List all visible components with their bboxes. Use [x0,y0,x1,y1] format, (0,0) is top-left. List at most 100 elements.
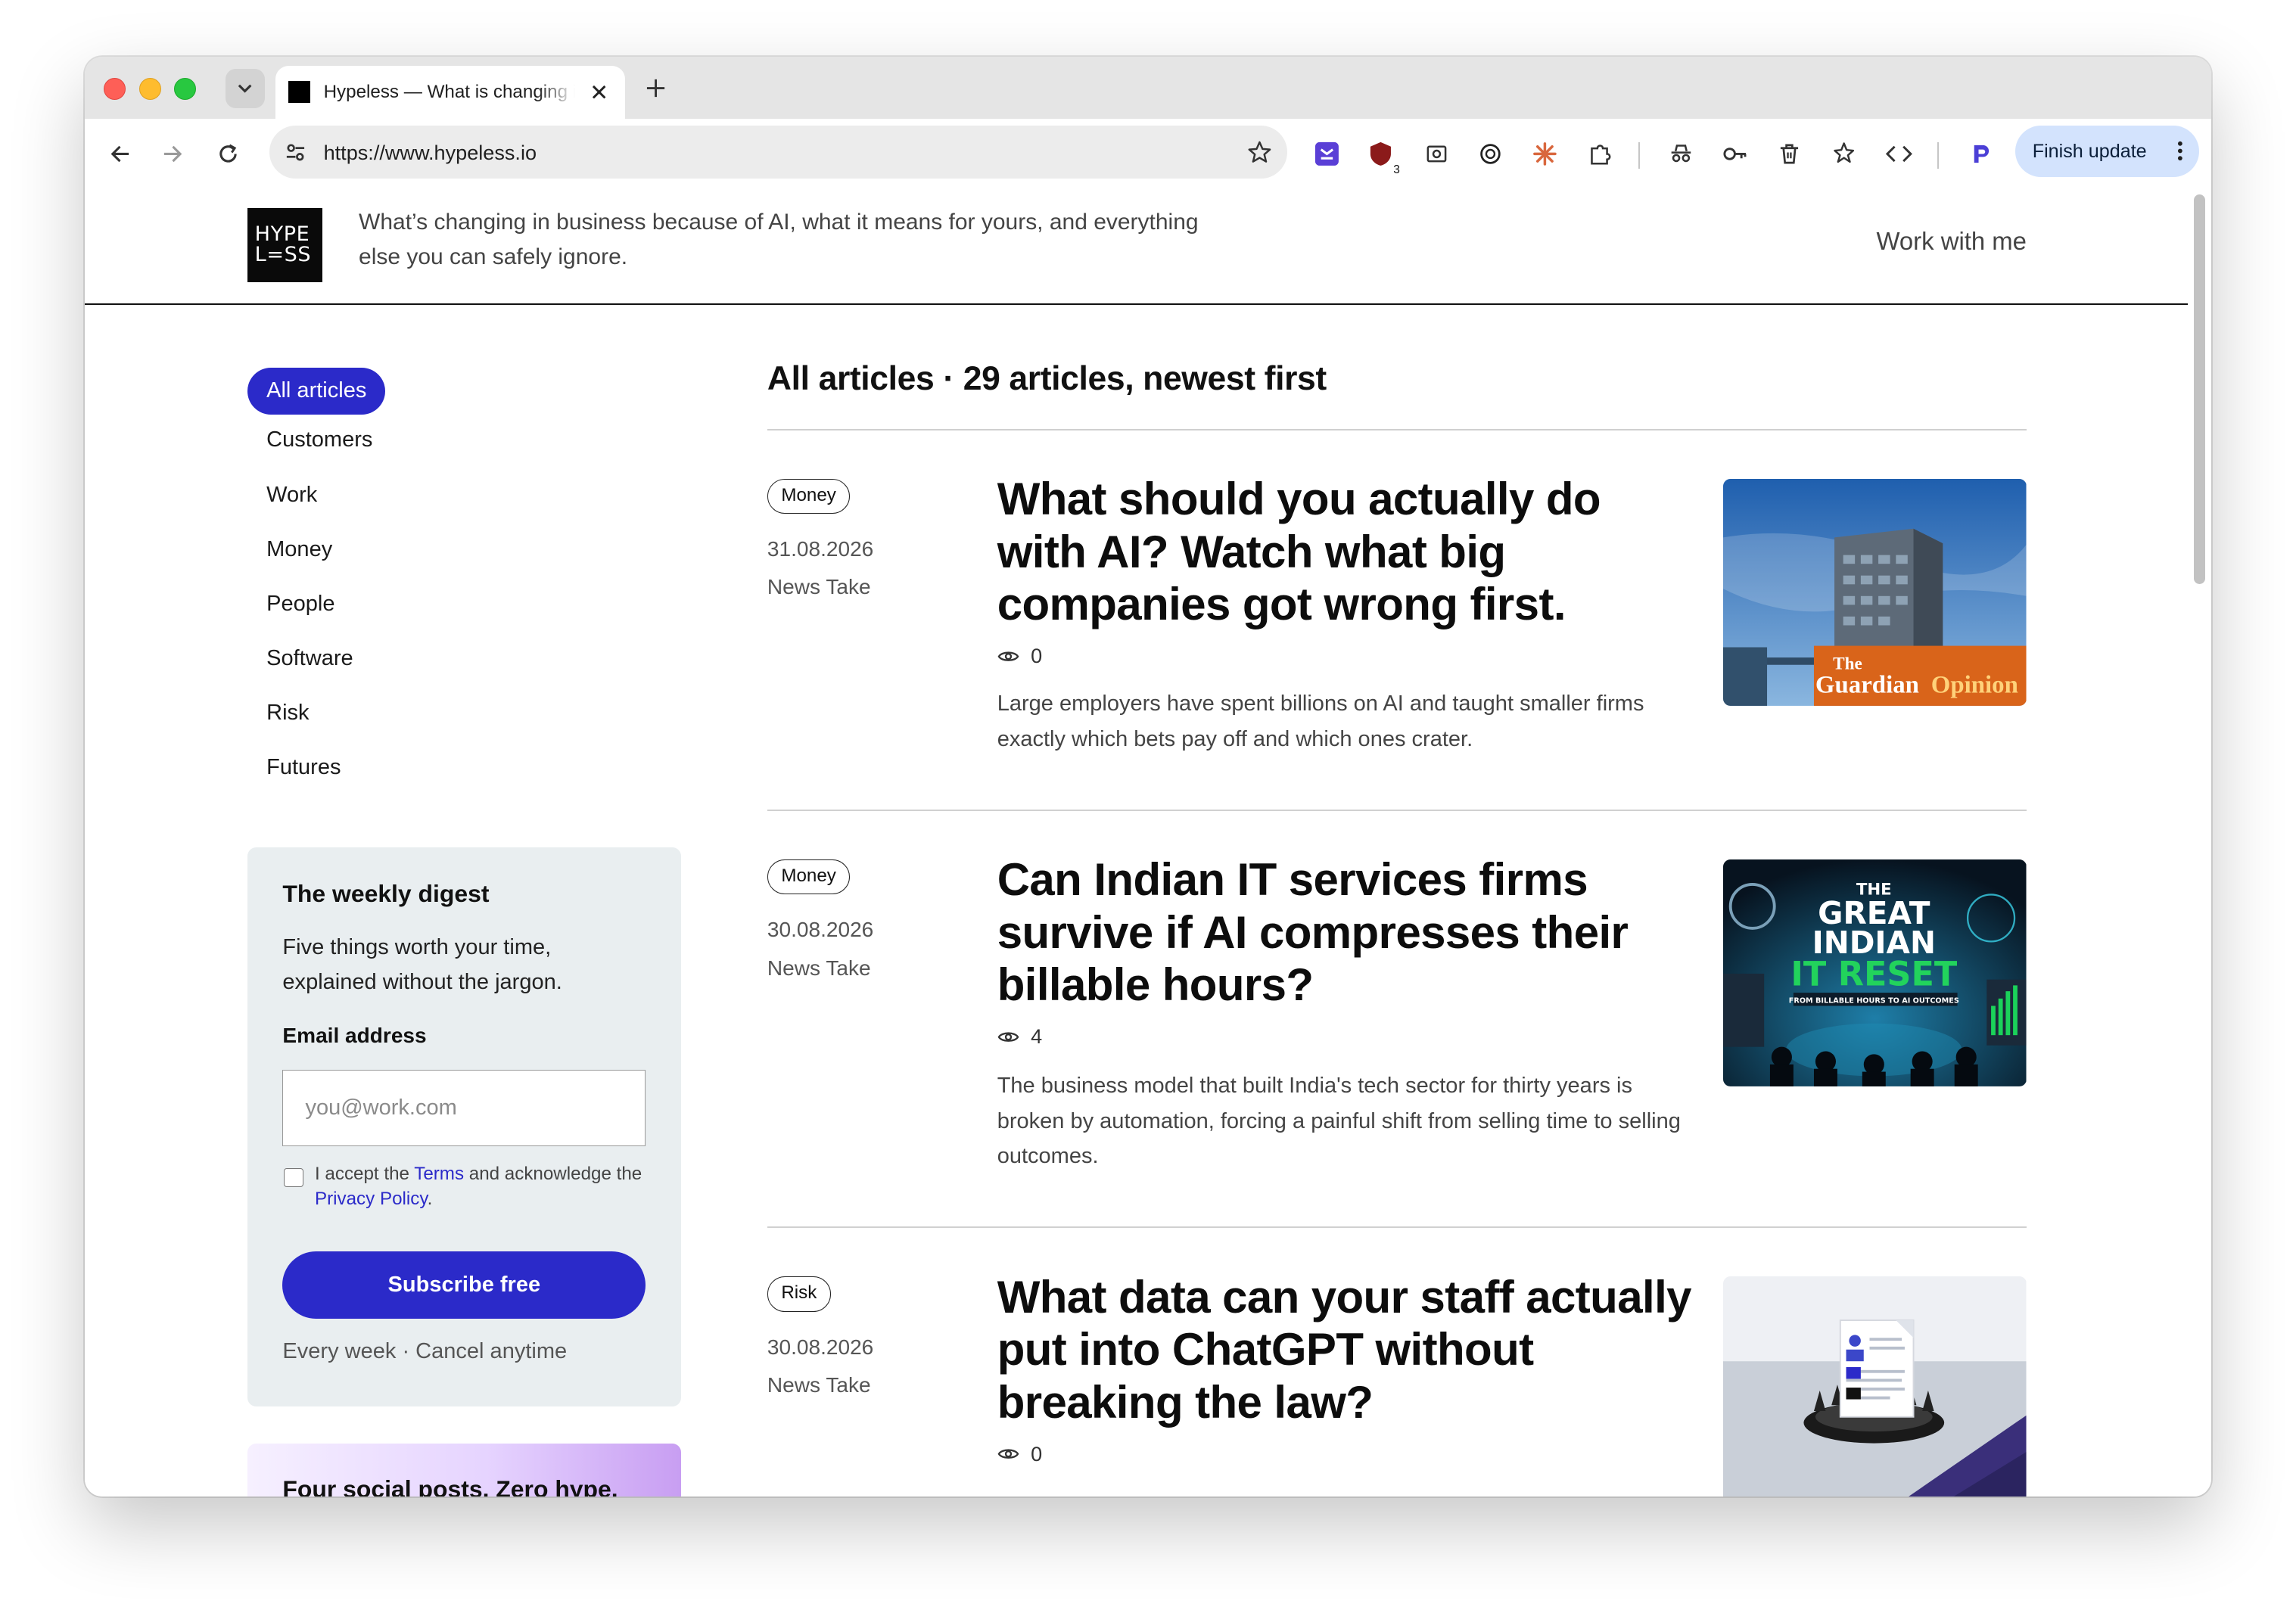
category-people[interactable]: People [247,581,392,628]
consent-text-part: . [427,1189,433,1210]
consent-text-part: I accept the [314,1164,415,1185]
openai-icon [1480,143,1501,164]
article-views: 0 [997,644,1043,668]
browser-tab[interactable]: Hypeless — What is changing in business [275,66,626,119]
article-summary: Large employers have spent billions on A… [997,692,1644,751]
devtools-button[interactable] [1883,138,1915,170]
article-category-tag[interactable]: Money [767,478,851,514]
browser-toolbar: https://www.hypeless.io 3 Finish update [85,118,2211,190]
page-scrollbar[interactable] [2193,194,2206,585]
back-button[interactable] [102,136,137,171]
category-work[interactable]: Work [247,472,392,519]
divider [767,1226,2027,1229]
list-heading: All articles · 29 articles, newest first [767,359,1327,397]
trash-button[interactable] [1773,138,1806,170]
eye-icon [997,1032,1019,1042]
reload-icon [219,144,238,163]
digest-title: The weekly digest [282,879,490,907]
terms-link[interactable]: Terms [414,1164,464,1184]
passwords-button[interactable] [1719,138,1752,170]
tab-close-button[interactable] [587,80,611,104]
category-nav: All articles Customers Work Money People… [247,367,392,800]
divider [767,810,2027,811]
more-vertical-icon [2178,141,2183,160]
article-date: 30.08.2026 [767,918,874,942]
article-title[interactable]: Can Indian IT services firms survive if … [997,853,1697,1012]
work-with-me-link[interactable]: Work with me [1876,227,2027,256]
incognito-icon [1671,144,1691,162]
category-all-articles[interactable]: All articles [247,367,386,415]
site-settings-button[interactable] [281,138,310,167]
category-money[interactable]: Money [247,527,392,573]
article-thumbnail[interactable]: The Guardian Opinion [1723,478,2027,706]
extensions-menu-button[interactable] [1585,138,1617,170]
finish-update-button[interactable]: Finish update [2014,126,2200,178]
article-type: News Take [767,1372,871,1397]
email-label: Email address [282,1023,427,1047]
privacy-policy-link[interactable]: Privacy Policy [315,1189,428,1209]
new-tab-button[interactable] [642,73,671,103]
view-count: 4 [1031,1024,1043,1049]
url-text[interactable]: https://www.hypeless.io [324,141,537,165]
logo-line-2: L=SS [254,243,312,267]
minimize-window-button[interactable] [138,77,161,100]
article-date: 31.08.2026 [767,537,874,561]
reload-button[interactable] [211,136,246,171]
toolbar-separator [1937,141,1939,169]
plus-icon [647,79,665,97]
address-bar[interactable]: https://www.hypeless.io [269,126,1287,179]
close-icon [592,85,606,99]
extension-screenshot-button[interactable] [1420,138,1453,170]
tab-title: Hypeless — What is changing in business [323,81,576,102]
trash-icon [1780,144,1799,164]
subscribe-button[interactable]: Subscribe free [282,1251,646,1319]
article-date: 30.08.2026 [767,1335,874,1359]
site-tagline: What’s changing in business because of A… [359,209,1199,270]
extension-purple-button[interactable] [1311,138,1343,170]
zoom-window-button[interactable] [174,77,197,100]
article-thumbnail[interactable]: THE GREAT INDIAN IT RESET FROM BILLABLE … [1723,859,2027,1086]
category-software[interactable]: Software [247,636,392,682]
indian-it-reset-image: THE GREAT INDIAN IT RESET FROM BILLABLE … [1723,859,2027,1086]
code-icon [1886,145,1913,162]
eye-icon [997,651,1019,661]
article-type: News Take [767,956,871,980]
thumb-text: IT RESET [1791,955,1958,993]
email-field[interactable] [282,1070,646,1147]
profile-icon [1974,145,1989,163]
article-category-tag[interactable]: Money [767,859,851,895]
tab-search-button[interactable] [225,68,266,109]
social-posts-promo-card[interactable]: Four social posts. Zero hype. [247,1443,681,1497]
extension-shield-button[interactable]: 3 [1364,138,1403,178]
view-count: 0 [1031,1441,1043,1465]
forward-button[interactable] [155,136,190,171]
extension-openai-button[interactable] [1475,138,1507,170]
close-window-button[interactable] [104,77,126,100]
svg-text:Guardian: Guardian [1815,671,1919,698]
consent-checkbox[interactable] [284,1168,303,1188]
thumb-text: FROM BILLABLE HOURS TO AI OUTCOMES [1789,996,1959,1005]
incognito-button[interactable] [1665,138,1697,170]
view-count: 0 [1031,644,1043,668]
guardian-building-image: The Guardian Opinion [1723,478,2027,706]
article-thumbnail[interactable] [1723,1276,2027,1497]
site-header: HYPE L=SS What’s changing in business be… [85,189,2188,305]
extension-claude-button[interactable] [1529,138,1561,170]
arrow-right-icon [163,145,182,162]
site-logo[interactable]: HYPE L=SS [247,207,322,283]
article-title[interactable]: What should you actually do with AI? Wat… [997,473,1697,631]
category-customers[interactable]: Customers [247,417,392,464]
category-risk[interactable]: Risk [247,690,392,737]
eye-icon [997,1449,1019,1459]
tab-strip: Hypeless — What is changing in business [85,57,2211,119]
bookmark-button[interactable] [1243,136,1276,169]
puzzle-icon [1591,144,1611,165]
web-page: HYPE L=SS What’s changing in business be… [85,188,2211,1497]
bookmarks-button[interactable] [1829,138,1862,170]
category-futures[interactable]: Futures [247,744,392,791]
article-title[interactable]: What data can your staff actually put in… [997,1271,1697,1429]
divider [767,428,2027,430]
site-favicon [288,81,311,104]
profile-button[interactable] [1964,138,1996,170]
article-category-tag[interactable]: Risk [767,1276,831,1312]
